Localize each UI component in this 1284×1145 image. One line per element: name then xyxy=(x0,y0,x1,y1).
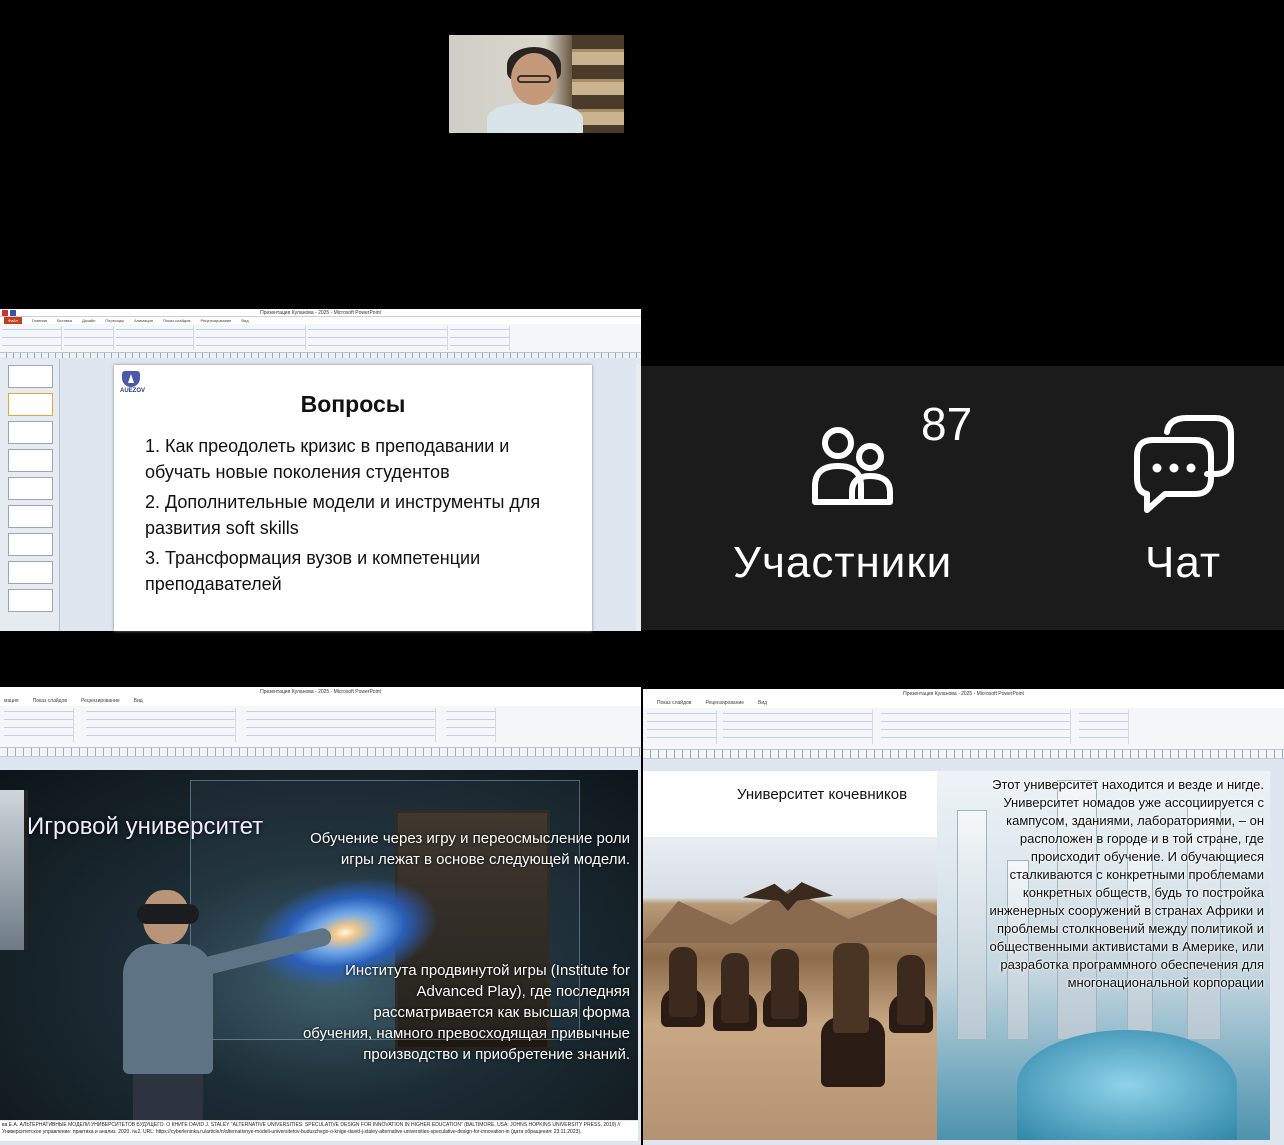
ruler xyxy=(0,748,641,757)
ribbon-group-clipboard[interactable] xyxy=(2,326,62,350)
tab-insert[interactable]: Вставка xyxy=(57,317,72,324)
slide-thumbnail[interactable] xyxy=(8,449,53,472)
ribbon xyxy=(0,706,641,748)
question-item: 1. Как преодолеть кризис в преподавании … xyxy=(145,436,510,482)
ribbon-group-slides[interactable] xyxy=(64,326,114,350)
slide-nomad-university[interactable]: Университет кочевников Этот университет … xyxy=(643,771,1270,1140)
tab-animations[interactable]: мация xyxy=(4,697,19,706)
ribbon-group-paragraph[interactable] xyxy=(196,326,306,350)
auezov-logo-icon xyxy=(122,371,140,387)
slide-thumbnail-selected[interactable] xyxy=(8,393,53,416)
ribbon-tabs: Файл Главная Вставка Дизайн Переходы Ани… xyxy=(0,317,641,324)
ribbon-group-drawing[interactable] xyxy=(308,326,448,350)
slide-title: Вопросы xyxy=(300,391,406,417)
slide-thumbnail[interactable] xyxy=(8,561,53,584)
ribbon-group-drawing[interactable] xyxy=(246,708,436,742)
ribbon-group-paragraph[interactable] xyxy=(723,710,873,744)
ribbon-group-editing[interactable] xyxy=(446,708,496,742)
tab-review[interactable]: Рецензирование xyxy=(705,699,744,708)
slide-text: Этот университет находится и везде и ниг… xyxy=(989,777,1265,990)
ribbon-group-font[interactable] xyxy=(647,710,717,744)
slide-thumbnail[interactable] xyxy=(8,505,53,528)
question-item: 3. Трансформация вузов и компетенции пре… xyxy=(145,548,481,594)
slide-game-university[interactable]: Игровой университет Обучение через игру … xyxy=(0,770,638,1120)
people-icon[interactable] xyxy=(812,426,896,506)
slide-text: Института продвинутой игры (Institute fo… xyxy=(302,962,630,1063)
participants-count-badge: 87 xyxy=(921,398,973,450)
ribbon xyxy=(643,708,1284,750)
ribbon-group-paragraph[interactable] xyxy=(86,708,236,742)
chat-bubbles-icon[interactable] xyxy=(1133,412,1235,514)
tab-file[interactable]: Файл xyxy=(4,317,22,324)
ruler xyxy=(643,750,1284,759)
ribbon-tabs: мация Показ слайдов Рецензирование Вид xyxy=(0,697,641,706)
question-item: 2. Дополнительные модели и инструменты д… xyxy=(145,492,541,538)
quick-access-toolbar[interactable] xyxy=(2,310,42,316)
speaker-glasses xyxy=(517,75,551,83)
tab-slideshow[interactable]: Показ слайдов xyxy=(657,699,691,708)
eagle-hunters-photo xyxy=(643,837,937,1140)
tab-animations[interactable]: Анимация xyxy=(134,317,153,324)
slide-text: Обучение через игру и переосмысление рол… xyxy=(310,830,630,868)
ribbon-group-font[interactable] xyxy=(4,708,74,742)
window-title: Презентация Куланова - 2025 - Microsoft … xyxy=(643,689,1284,699)
ribbon xyxy=(0,324,641,353)
tab-view[interactable]: Вид xyxy=(758,699,767,708)
window-title: Презентация Куланова - 2025 - Microsoft … xyxy=(0,309,641,317)
vr-user-illustration xyxy=(115,890,334,1120)
tab-slideshow[interactable]: Показ слайдов xyxy=(33,697,67,706)
ribbon-tabs: Показ слайдов Рецензирование Вид xyxy=(643,699,1284,708)
tab-view[interactable]: Вид xyxy=(241,317,248,324)
slide-thumbnail[interactable] xyxy=(8,533,53,556)
room-window xyxy=(0,790,28,950)
participants-button-label[interactable]: Участники xyxy=(733,538,952,588)
slide-thumbnail[interactable] xyxy=(8,365,53,388)
ribbon-group-editing[interactable] xyxy=(1079,710,1129,744)
chat-button-label[interactable]: Чат xyxy=(1145,538,1221,588)
tab-home[interactable]: Главная xyxy=(32,317,47,324)
slide-thumbnail[interactable] xyxy=(8,421,53,444)
slide-thumbnail[interactable] xyxy=(8,589,53,612)
tab-design[interactable]: Дизайн xyxy=(82,317,95,324)
window-title: Презентация Куланова - 2025 - Microsoft … xyxy=(0,687,641,697)
mountains xyxy=(643,889,937,943)
tab-review[interactable]: Рецензирование xyxy=(201,317,232,324)
ribbon-group-editing[interactable] xyxy=(450,326,510,350)
slide-questions[interactable]: AUEZOV Вопросы 1. Как преодолеть кризис … xyxy=(114,365,592,631)
ribbon-group-drawing[interactable] xyxy=(881,710,1071,744)
slide-thumbnail[interactable] xyxy=(8,477,53,500)
tab-transitions[interactable]: Переходы xyxy=(105,317,124,324)
tab-view[interactable]: Вид xyxy=(134,697,143,706)
ribbon-group-font[interactable] xyxy=(116,326,194,350)
webcam-video-tile[interactable] xyxy=(449,35,624,133)
slide-title: Университет кочевников xyxy=(737,786,908,803)
slide-footnote: ва Е.А. АЛЬТЕРНАТИВНЫЕ МОДЕЛИ УНИВЕРСИТЕ… xyxy=(0,1121,638,1141)
circular-pool xyxy=(1017,1030,1237,1140)
tab-slideshow[interactable]: Показ слайдов xyxy=(163,317,191,324)
slide-title: Игровой университет xyxy=(27,813,264,840)
ruler xyxy=(0,353,641,358)
vr-headset-icon xyxy=(137,904,199,924)
slide-thumbnails-panel[interactable] xyxy=(0,359,60,631)
tab-review[interactable]: Рецензирование xyxy=(81,697,120,706)
speaker-body xyxy=(487,103,583,133)
